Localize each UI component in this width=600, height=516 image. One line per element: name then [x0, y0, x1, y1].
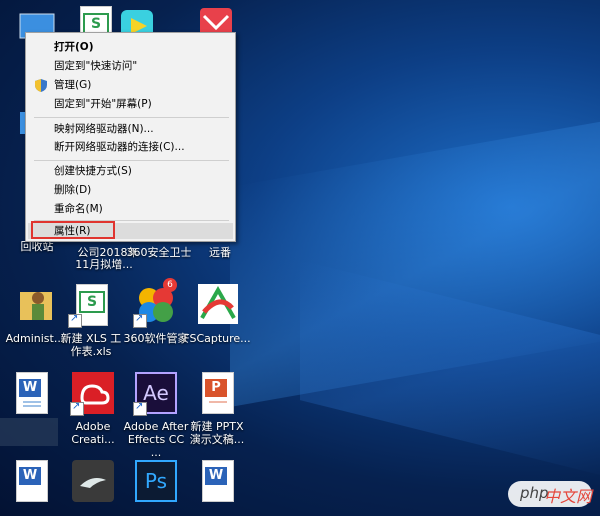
fscapture-icon — [194, 282, 240, 328]
desktop-icon-label: 360软件管家 — [123, 332, 189, 345]
desktop-icon-bird-app[interactable] — [58, 458, 128, 508]
wps-spreadsheet-icon: S — [68, 282, 114, 328]
wallpaper-light-beam — [230, 112, 600, 408]
menu-item-rename[interactable]: 重命名(M) — [54, 201, 103, 217]
desktop-icon-word-1[interactable]: W — [0, 370, 66, 420]
desktop-icon-adobe-cc[interactable]: Adobe Creati... — [58, 370, 128, 446]
watermark: php 中文网 — [508, 481, 592, 507]
menu-item-delete[interactable]: 删除(D) — [54, 182, 91, 198]
desktop-icon-label: FSCapture... — [183, 332, 251, 345]
desktop-icon-fscapture[interactable]: FSCapture... — [182, 282, 252, 345]
blurred-label — [0, 418, 58, 446]
highlight-box — [31, 221, 115, 239]
after-effects-icon: Ae — [133, 370, 179, 416]
menu-item-pin-start[interactable]: 固定到"开始"屏幕(P) — [54, 96, 152, 112]
menu-item-manage[interactable]: 管理(G) — [54, 77, 91, 93]
desktop-icon-pptx[interactable]: P 新建 PPTX 演示文稿... — [182, 370, 252, 446]
powerpoint-document-icon: P — [194, 370, 240, 416]
menu-item-create-shortcut[interactable]: 创建快捷方式(S) — [54, 163, 132, 179]
desktop-icon-label: Adobe After Effects CC ... — [123, 420, 189, 459]
wallpaper-light-beam — [300, 260, 600, 480]
remote-label: 远番 — [209, 246, 231, 259]
desktop-icon-after-effects[interactable]: Ae Adobe After Effects CC ... — [121, 370, 191, 459]
word-document-icon: W — [194, 458, 240, 504]
shield-icon — [35, 79, 47, 92]
desktop-icon-word-2[interactable]: W — [0, 458, 66, 508]
watermark-suffix: 中文网 — [544, 487, 593, 506]
desktop-icon-xls[interactable]: S 新建 XLS 工 作表.xls — [56, 282, 126, 358]
menu-item-disconnect-network-drive[interactable]: 断开网络驱动器的连接(C)... — [54, 139, 185, 155]
word-document-icon: W — [8, 370, 54, 416]
photoshop-icon: Ps — [133, 458, 179, 504]
desktop-icon-photoshop[interactable]: Ps — [121, 458, 191, 508]
menu-item-pin-quick-access[interactable]: 固定到"快速访问" — [54, 58, 137, 74]
menu-item-open[interactable]: 打开(O) — [54, 39, 94, 55]
word-document-icon: W — [8, 458, 54, 504]
desktop-icon-label: 新建 XLS 工 作表.xls — [60, 332, 122, 358]
context-menu: 打开(O) 固定到"快速访问" 管理(G) 固定到"开始"屏幕(P) 映射网络驱… — [25, 32, 236, 242]
notification-badge: 6 — [163, 278, 177, 292]
bird-app-icon — [70, 458, 116, 504]
menu-separator — [34, 117, 229, 118]
user-folder-icon — [12, 282, 58, 328]
shortcut-arrow-icon — [68, 313, 82, 328]
desktop-icon-word-3[interactable]: W — [182, 458, 252, 508]
menu-separator — [34, 160, 229, 161]
shortcut-arrow-icon — [70, 401, 84, 416]
security-360-label: 360安全卫士 — [126, 246, 192, 259]
desktop-icon-360-software[interactable]: 6 360软件管家 — [121, 278, 191, 345]
menu-item-map-network-drive[interactable]: 映射网络驱动器(N)... — [54, 121, 154, 137]
desktop-icon-label: 新建 PPTX 演示文稿... — [189, 420, 245, 446]
adobe-creative-cloud-icon — [70, 370, 116, 416]
desktop-icon-label: Adobe Creati... — [71, 420, 115, 446]
shortcut-arrow-icon — [133, 401, 147, 416]
360-software-manager-icon: 6 — [133, 278, 179, 328]
shortcut-arrow-icon — [133, 313, 147, 328]
